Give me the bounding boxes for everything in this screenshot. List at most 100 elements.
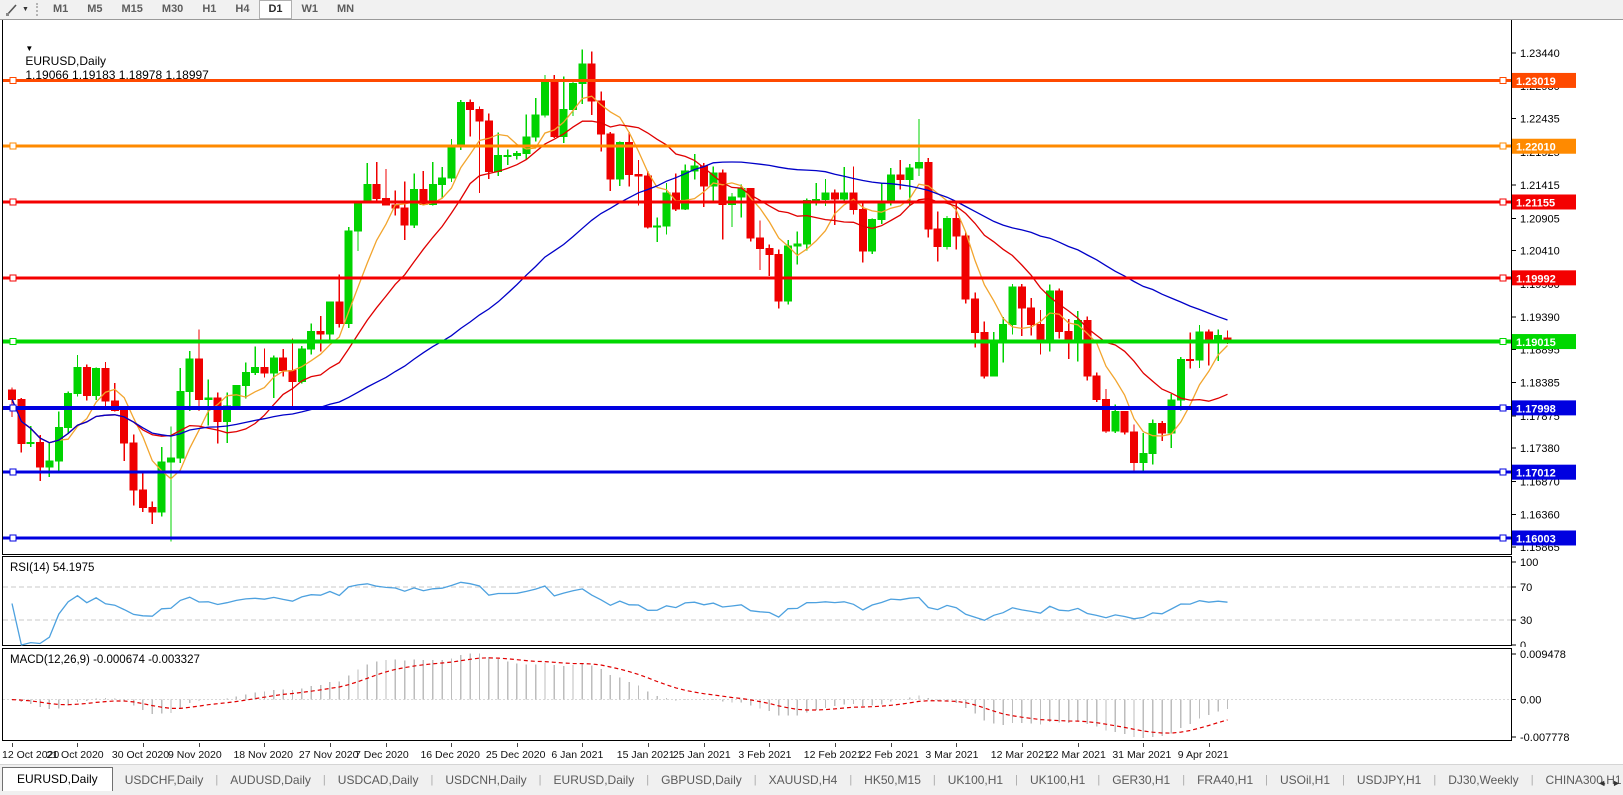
price-tag-value: 1.23019 <box>1516 76 1556 88</box>
price-tag-value: 1.22010 <box>1516 142 1556 154</box>
chevron-down-icon[interactable]: ▼ <box>22 6 29 13</box>
timeframe-button-group: M1M5M15M30H1H4D1W1MN <box>44 0 364 19</box>
line-handle[interactable] <box>10 275 16 281</box>
time-axis-label: 15 Jan 2021 <box>617 749 675 761</box>
pencil-line-icon <box>5 3 19 17</box>
line-handle[interactable] <box>1500 199 1506 205</box>
candle <box>962 232 969 303</box>
time-axis-tick <box>517 743 518 747</box>
candle <box>925 158 932 238</box>
price-axis-tick: 1.17380 <box>1520 443 1560 455</box>
time-axis-label: 12 Feb 2021 <box>804 749 863 761</box>
line-handle[interactable] <box>10 339 16 345</box>
chart-tab-fra40-h1[interactable]: FRA40,H1 <box>1185 769 1265 792</box>
chart-ohlc-values: 1.19066 1.19183 1.18978 1.18997 <box>25 68 209 82</box>
candle <box>1121 411 1128 434</box>
rsi-axis-tick: 30 <box>1520 615 1532 627</box>
line-handle[interactable] <box>10 199 16 205</box>
timeframe-button-m30[interactable]: M30 <box>153 0 192 19</box>
chart-tab-uk100-h1[interactable]: UK100,H1 <box>1018 769 1097 792</box>
time-axis-tick <box>451 743 452 747</box>
line-handle[interactable] <box>1500 143 1506 149</box>
main-chart-border <box>3 20 1512 555</box>
rsi-axis-tick: 70 <box>1520 582 1532 594</box>
tab-scroll-left-icon[interactable]: ◄ <box>1597 778 1606 788</box>
candle <box>93 367 100 400</box>
trading-app-window: ▼ M1M5M15M30H1H4D1W1MN ▼ EURUSD,Daily 1.… <box>0 0 1623 795</box>
chart-tab-usdchf-daily[interactable]: USDCHF,Daily <box>113 769 216 792</box>
price-tag-value: 1.17012 <box>1516 468 1556 480</box>
line-handle[interactable] <box>1500 77 1506 83</box>
rsi-axis-tick: 100 <box>1520 557 1538 569</box>
chart-tab-gbpusd-daily[interactable]: GBPUSD,Daily <box>649 769 754 792</box>
time-axis-label: 16 Dec 2020 <box>420 749 480 761</box>
line-handle[interactable] <box>10 469 16 475</box>
chart-tab-usdcad-daily[interactable]: USDCAD,Daily <box>326 769 431 792</box>
time-axis-label: 31 Mar 2021 <box>1112 749 1171 761</box>
timeframe-button-mn[interactable]: MN <box>328 0 363 19</box>
timeframe-button-m1[interactable]: M1 <box>44 0 77 19</box>
tab-scroll-right-icon[interactable]: ► <box>1612 778 1621 788</box>
candle <box>803 198 810 250</box>
price-tag-value: 1.19992 <box>1516 273 1556 285</box>
rsi-axis-tick: 0 <box>1520 640 1526 647</box>
line-handle[interactable] <box>1500 339 1506 345</box>
chart-tab-xauusd-h4[interactable]: XAUUSD,H4 <box>757 769 850 792</box>
price-axis-tick: 1.19390 <box>1520 312 1560 324</box>
time-axis-tick <box>386 743 387 747</box>
price-axis-tick: 1.22435 <box>1520 114 1560 126</box>
line-handle[interactable] <box>1500 275 1506 281</box>
timeframe-button-d1[interactable]: D1 <box>259 0 291 19</box>
price-tag-value: 1.17998 <box>1516 403 1556 415</box>
line-handle[interactable] <box>1500 469 1506 475</box>
time-axis-tick <box>1022 743 1023 747</box>
price-tag-value: 1.16003 <box>1516 533 1556 545</box>
time-axis-label: 22 Mar 2021 <box>1047 749 1106 761</box>
toolbar: ▼ M1M5M15M30H1H4D1W1MN <box>0 0 1623 20</box>
time-axis-tick <box>1078 743 1079 747</box>
timeframe-button-h1[interactable]: H1 <box>193 0 225 19</box>
chart-tool-icon[interactable] <box>2 2 22 18</box>
chart-tab-audusd-daily[interactable]: AUDUSD,Daily <box>218 769 323 792</box>
timeframe-button-w1[interactable]: W1 <box>293 0 328 19</box>
price-axis-tick: 1.20905 <box>1520 213 1560 225</box>
time-axis-label: 6 Jan 2021 <box>551 749 603 761</box>
main-candlestick-chart-canvas[interactable]: 1.234401.229301.224351.219251.214151.209… <box>0 19 1623 556</box>
rsi-panel-canvas[interactable]: 100 70 30 0 <box>0 556 1623 647</box>
time-axis-tick <box>835 743 836 747</box>
time-axis-tick <box>77 743 78 747</box>
chart-tab-ger30-h1[interactable]: GER30,H1 <box>1100 769 1182 792</box>
chart-tab-usoil-h1[interactable]: USOil,H1 <box>1268 769 1342 792</box>
line-handle[interactable] <box>10 405 16 411</box>
timeframe-button-h4[interactable]: H4 <box>226 0 258 19</box>
symbol-dropdown-caret-icon[interactable]: ▼ <box>25 44 33 53</box>
chart-tab-usdcnh-daily[interactable]: USDCNH,Daily <box>433 769 538 792</box>
time-axis-label: 9 Apr 2021 <box>1178 749 1229 761</box>
line-handle[interactable] <box>10 535 16 541</box>
timeframe-button-m15[interactable]: M15 <box>113 0 152 19</box>
time-axis-tick <box>648 743 649 747</box>
candle <box>457 100 464 150</box>
toolbar-grip <box>36 3 38 16</box>
timeframe-button-m5[interactable]: M5 <box>78 0 111 19</box>
chart-tab-eurusd-daily[interactable]: EURUSD,Daily <box>2 767 113 792</box>
macd-axis-tick: -0.007778 <box>1520 732 1570 742</box>
line-handle[interactable] <box>1500 535 1506 541</box>
chart-tab-usdjpy-h1[interactable]: USDJPY,H1 <box>1345 769 1433 792</box>
chart-tab-dj30-weekly[interactable]: DJ30,Weekly <box>1436 769 1530 792</box>
candle <box>644 171 651 228</box>
line-handle[interactable] <box>1500 405 1506 411</box>
price-axis-tick: 1.18385 <box>1520 378 1560 390</box>
macd-panel-canvas[interactable]: 0.0094780.00-0.007778 <box>0 648 1623 742</box>
line-handle[interactable] <box>10 143 16 149</box>
time-axis-label: 3 Mar 2021 <box>925 749 978 761</box>
chart-tab-hk50-m15[interactable]: HK50,M15 <box>852 769 933 792</box>
chart-tabs: EURUSD,DailyUSDCHF,Daily|AUDUSD,Daily|US… <box>0 767 1623 792</box>
candle <box>869 219 876 254</box>
chart-tab-eurusd-daily[interactable]: EURUSD,Daily <box>542 769 647 792</box>
candle <box>233 386 240 409</box>
macd-indicator-label: MACD(12,26,9) -0.000674 -0.003327 <box>10 654 200 666</box>
chart-tab-uk100-h1[interactable]: UK100,H1 <box>936 769 1015 792</box>
time-axis-label: 21 Oct 2020 <box>46 749 103 761</box>
candle <box>65 391 72 433</box>
